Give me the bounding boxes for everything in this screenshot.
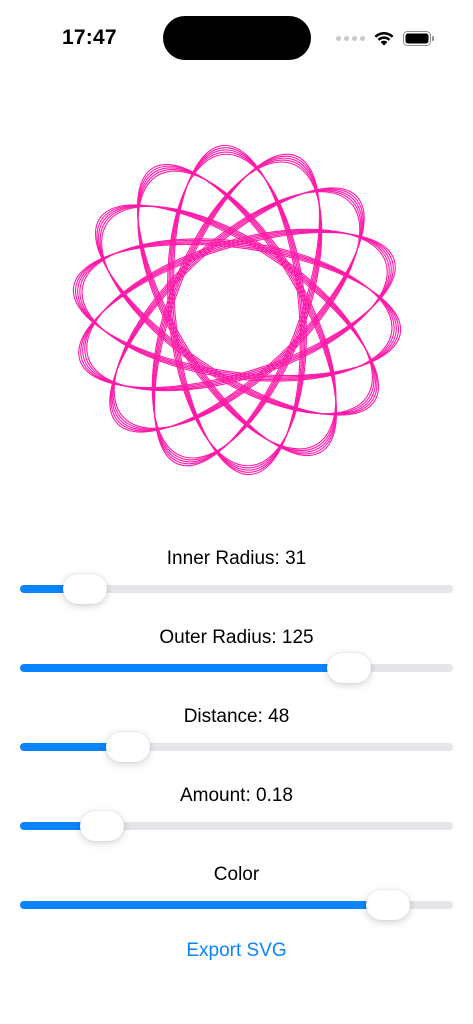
wifi-icon [373,30,395,46]
spirograph-canvas [62,135,412,485]
spiro-strand [74,242,400,378]
color-label: Color [213,864,260,885]
spiro-strand [77,241,397,379]
slider-thumb[interactable] [366,890,411,920]
spiro-strand [153,155,321,465]
spiro-strand [84,229,390,391]
inner-radius-label: Inner Radius: 31 [166,548,307,569]
spiro-strand [170,149,304,471]
slider-thumb[interactable] [106,732,151,762]
controls-panel: Inner Radius: 31 Outer Radius: 125 Dista… [0,540,473,935]
outer-radius-control: Outer Radius: 125 [0,619,473,698]
slider-thumb[interactable] [327,653,372,683]
spiro-strand [113,191,361,429]
distance-control: Distance: 48 [0,698,473,777]
color-slider[interactable] [20,890,453,920]
spiro-strand [171,147,303,473]
distance-label: Distance: 48 [183,706,290,727]
amount-control: Amount: 0.18 [0,777,473,856]
spiro-strand [79,239,395,381]
color-control: Color [0,856,473,935]
slider-fill [20,901,389,909]
outer-radius-label: Outer Radius: 125 [159,627,314,648]
slider-fill [20,664,350,672]
amount-slider[interactable] [20,811,453,841]
export-svg-button[interactable]: Export SVG [0,940,473,962]
status-time: 17:47 [62,26,117,49]
spiro-strand [153,153,321,467]
status-icons [336,30,435,46]
inner-radius-slider[interactable] [20,574,453,604]
slider-thumb[interactable] [80,811,125,841]
spiro-strand [112,190,362,430]
distance-slider[interactable] [20,732,453,762]
spirograph-drawing [72,144,402,476]
outer-radius-slider[interactable] [20,653,453,683]
slider-thumb[interactable] [62,574,107,604]
signal-dots-icon [336,35,365,41]
inner-radius-control: Inner Radius: 31 [0,540,473,619]
dynamic-island [163,16,311,60]
battery-icon [403,30,435,46]
amount-label: Amount: 0.18 [179,785,294,806]
status-bar: 17:47 [0,0,473,80]
